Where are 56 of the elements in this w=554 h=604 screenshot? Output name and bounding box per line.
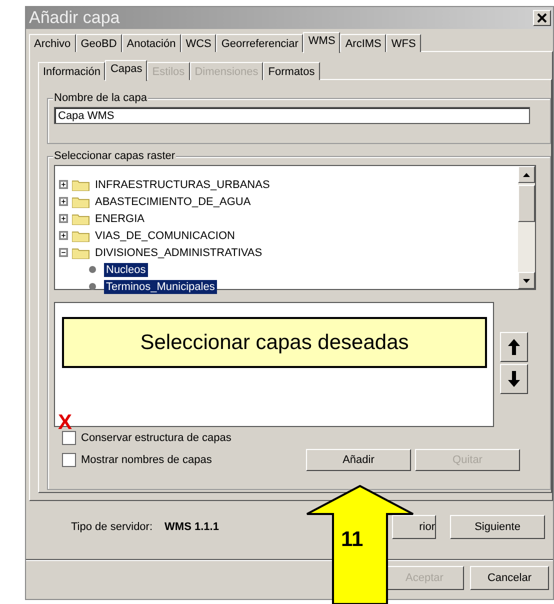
callout-note: Seleccionar capas deseadas	[62, 317, 487, 368]
expand-icon[interactable]	[59, 231, 68, 240]
scroll-thumb[interactable]	[518, 185, 535, 222]
tab[interactable]: WFS	[386, 34, 421, 52]
nav-button[interactable]: Siguiente	[450, 515, 545, 539]
group-label: Seleccionar capas raster	[53, 150, 176, 162]
layer-dot-icon	[89, 283, 96, 290]
checkbox[interactable]	[62, 431, 76, 445]
expand-icon[interactable]	[59, 197, 68, 206]
nav-button[interactable]: rior	[392, 515, 436, 539]
tree-item[interactable]: Nucleos	[104, 262, 148, 276]
tab[interactable]: Georreferenciar	[216, 34, 304, 52]
tree-item[interactable]: VIAS_DE_COMUNICACION	[93, 228, 237, 242]
layer-dot-icon	[89, 266, 96, 273]
checkbox-label: Mostrar nombres de capas	[81, 454, 212, 466]
scroll-up-icon	[523, 172, 530, 176]
dialog-button[interactable]: Cancelar	[470, 566, 549, 590]
expand-icon[interactable]	[59, 180, 68, 189]
tab[interactable]: Capas	[105, 60, 148, 81]
tab[interactable]: Información	[38, 62, 106, 80]
arrow-up-icon	[507, 339, 521, 355]
folder-icon	[72, 178, 90, 190]
checkbox-label: Conservar estructura de capas	[81, 432, 232, 444]
collapse-icon[interactable]	[59, 248, 68, 257]
tree-item[interactable]: DIVISIONES_ADMINISTRATIVAS	[93, 246, 264, 260]
window-title: Añadir capa	[29, 8, 120, 28]
folder-icon	[72, 196, 90, 208]
folder-icon	[72, 230, 90, 242]
tab[interactable]: ArcIMS	[340, 34, 386, 52]
group-label: Nombre de la capa	[53, 92, 148, 104]
close-button[interactable]	[533, 10, 551, 26]
move-up-button[interactable]	[500, 332, 528, 362]
tree-item[interactable]: ENERGIA	[93, 212, 147, 226]
scroll-down-icon	[523, 278, 530, 282]
tab[interactable]: WMS	[303, 32, 340, 53]
layer-name-field[interactable]: Capa WMS	[54, 107, 530, 124]
tab[interactable]: GeoBD	[76, 34, 122, 52]
tab[interactable]: Anotación	[122, 34, 181, 52]
tab[interactable]: Archivo	[29, 34, 76, 52]
folder-icon	[72, 212, 90, 224]
tab[interactable]: Formatos	[263, 62, 320, 80]
step-number: 11	[341, 528, 364, 552]
folder-icon	[72, 246, 90, 258]
tree-item[interactable]: Terminos_Municipales	[104, 280, 217, 294]
server-type-label: Tipo de servidor:	[71, 521, 153, 533]
tab[interactable]: WCS	[180, 34, 216, 52]
tree-item[interactable]: INFRAESTRUCTURAS_URBANAS	[93, 178, 272, 192]
move-down-button[interactable]	[500, 364, 528, 394]
action-button[interactable]: Añadir	[306, 449, 411, 471]
close-icon	[537, 13, 547, 23]
server-type-value: WMS 1.1.1	[164, 521, 219, 533]
arrow-down-icon	[507, 371, 521, 387]
scrollbar[interactable]	[518, 166, 535, 289]
tree-item[interactable]: ABASTECIMIENTO_DE_AGUA	[93, 194, 253, 208]
checkbox[interactable]	[62, 453, 76, 467]
expand-icon[interactable]	[59, 214, 68, 223]
